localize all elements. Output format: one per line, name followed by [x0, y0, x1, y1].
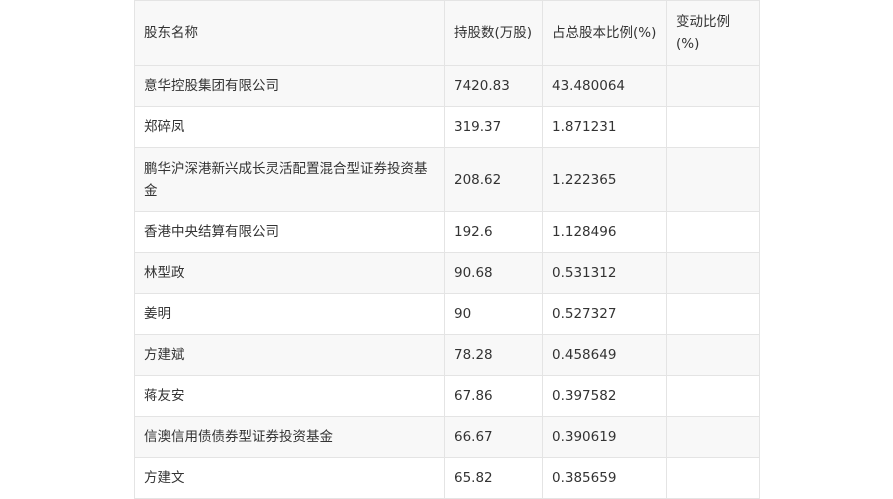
cell-share-ratio: 0.531312 [542, 252, 667, 294]
cell-shares-held: 208.62 [444, 147, 543, 212]
header-change-ratio: 变动比例(%) [666, 0, 760, 66]
cell-share-ratio: 1.128496 [542, 211, 667, 253]
table-row: 方建文 65.82 0.385659 [134, 457, 760, 499]
cell-change-ratio [666, 252, 760, 294]
cell-shareholder-name: 方建文 [134, 457, 445, 499]
cell-shares-held: 90 [444, 293, 543, 335]
cell-share-ratio: 0.390619 [542, 416, 667, 458]
shareholder-table: 股东名称 持股数(万股) 占总股本比例(%) 变动比例(%) 意华控股集团有限公… [134, 0, 760, 499]
cell-shareholder-name: 方建斌 [134, 334, 445, 376]
cell-change-ratio [666, 65, 760, 107]
table-row: 姜明 90 0.527327 [134, 293, 760, 335]
cell-change-ratio [666, 211, 760, 253]
cell-change-ratio [666, 457, 760, 499]
cell-shares-held: 66.67 [444, 416, 543, 458]
table-row: 林型政 90.68 0.531312 [134, 252, 760, 294]
cell-shareholder-name: 鹏华沪深港新兴成长灵活配置混合型证券投资基金 [134, 147, 445, 212]
cell-change-ratio [666, 416, 760, 458]
table-row: 蒋友安 67.86 0.397582 [134, 375, 760, 417]
cell-shareholder-name: 郑碎凤 [134, 106, 445, 148]
cell-change-ratio [666, 334, 760, 376]
header-share-ratio: 占总股本比例(%) [542, 0, 667, 66]
cell-share-ratio: 1.222365 [542, 147, 667, 212]
table-row: 意华控股集团有限公司 7420.83 43.480064 [134, 65, 760, 107]
cell-shares-held: 78.28 [444, 334, 543, 376]
cell-shares-held: 65.82 [444, 457, 543, 499]
table-row: 方建斌 78.28 0.458649 [134, 334, 760, 376]
table-row: 香港中央结算有限公司 192.6 1.128496 [134, 211, 760, 253]
cell-shareholder-name: 意华控股集团有限公司 [134, 65, 445, 107]
header-shareholder-name: 股东名称 [134, 0, 445, 66]
cell-share-ratio: 0.397582 [542, 375, 667, 417]
cell-share-ratio: 0.458649 [542, 334, 667, 376]
cell-change-ratio [666, 293, 760, 335]
table-row: 信澳信用债债券型证券投资基金 66.67 0.390619 [134, 416, 760, 458]
shareholder-table-container: 股东名称 持股数(万股) 占总股本比例(%) 变动比例(%) 意华控股集团有限公… [134, 0, 760, 499]
cell-shares-held: 67.86 [444, 375, 543, 417]
cell-shares-held: 319.37 [444, 106, 543, 148]
cell-share-ratio: 1.871231 [542, 106, 667, 148]
table-header-row: 股东名称 持股数(万股) 占总股本比例(%) 变动比例(%) [134, 0, 760, 66]
cell-change-ratio [666, 375, 760, 417]
header-shares-held: 持股数(万股) [444, 0, 543, 66]
cell-shareholder-name: 蒋友安 [134, 375, 445, 417]
cell-shares-held: 192.6 [444, 211, 543, 253]
cell-shares-held: 7420.83 [444, 65, 543, 107]
cell-shareholder-name: 林型政 [134, 252, 445, 294]
cell-shares-held: 90.68 [444, 252, 543, 294]
cell-shareholder-name: 香港中央结算有限公司 [134, 211, 445, 253]
table-row: 郑碎凤 319.37 1.871231 [134, 106, 760, 148]
table-row: 鹏华沪深港新兴成长灵活配置混合型证券投资基金 208.62 1.222365 [134, 147, 760, 212]
cell-change-ratio [666, 147, 760, 212]
cell-change-ratio [666, 106, 760, 148]
cell-share-ratio: 0.527327 [542, 293, 667, 335]
cell-share-ratio: 43.480064 [542, 65, 667, 107]
cell-shareholder-name: 姜明 [134, 293, 445, 335]
cell-shareholder-name: 信澳信用债债券型证券投资基金 [134, 416, 445, 458]
cell-share-ratio: 0.385659 [542, 457, 667, 499]
